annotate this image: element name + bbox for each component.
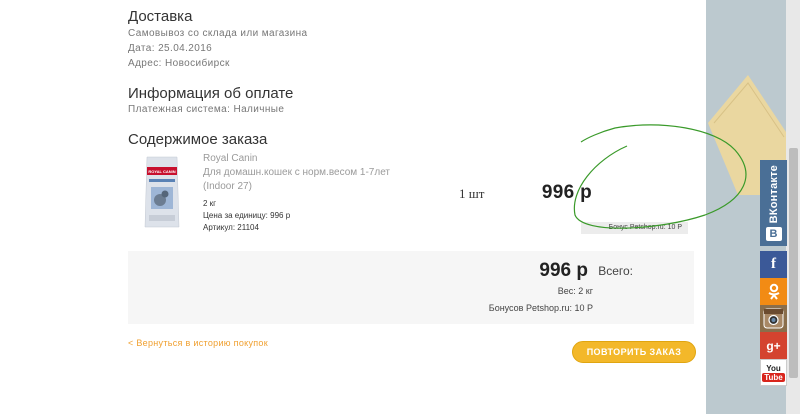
order-totals-panel — [128, 251, 694, 324]
hand-drawn-annotation — [573, 124, 747, 229]
delivery-method: Самовывоз со склада или магазина — [128, 28, 308, 39]
back-to-history-link[interactable]: < Вернуться в историю покупок — [128, 338, 268, 348]
product-weight: 2 кг — [203, 199, 217, 208]
instagram-icon — [763, 308, 784, 329]
order-contents-title: Содержимое заказа — [128, 131, 268, 148]
youtube-label-tube: Tube — [762, 372, 785, 382]
vkontakte-label: ВКонтакте — [767, 164, 780, 224]
vkontakte-share-button[interactable]: ВКонтакте В — [760, 160, 787, 246]
googleplus-icon: g+ — [766, 338, 781, 353]
scrollbar-thumb[interactable] — [789, 148, 798, 378]
total-bonus: Бонусов Petshop.ru: 10 Р — [488, 303, 593, 313]
payment-title: Информация об оплате — [128, 85, 294, 102]
instagram-share-button[interactable] — [760, 305, 787, 332]
facebook-share-button[interactable]: f — [760, 251, 787, 278]
repeat-order-button[interactable]: ПОВТОРИТЬ ЗАКАЗ — [572, 341, 696, 363]
product-quantity: 1 шт — [459, 186, 485, 201]
delivery-address: Адрес: Новосибирск — [128, 58, 230, 69]
youtube-label-you: You — [766, 363, 781, 373]
payment-system: Платежная система: Наличные — [128, 104, 285, 115]
youtube-share-button[interactable]: You Tube — [760, 359, 787, 386]
vkontakte-icon: В — [765, 227, 782, 242]
product-brand[interactable]: Royal Canin — [203, 153, 257, 164]
total-label: Всего: — [598, 264, 633, 278]
product-image[interactable]: ROYAL CANIN — [143, 153, 181, 229]
delivery-date: Дата: 25.04.2016 — [128, 43, 213, 54]
product-name[interactable]: Для домашн.кошек с норм.весом 1-7лет (In… — [203, 166, 393, 194]
product-article: Артикул: 21104 — [203, 223, 259, 232]
odnoklassniki-share-button[interactable] — [760, 278, 787, 305]
delivery-title: Доставка — [128, 8, 193, 25]
product-brand-logo: ROYAL CANIN — [148, 169, 175, 174]
odnoklassniki-icon — [767, 283, 780, 300]
total-weight: Вес: 2 кг — [557, 286, 593, 296]
facebook-icon: f — [771, 256, 776, 272]
total-value: 996 р — [539, 260, 588, 281]
product-unit-price: Цена за единицу: 996 р — [203, 211, 291, 220]
googleplus-share-button[interactable]: g+ — [760, 332, 787, 359]
